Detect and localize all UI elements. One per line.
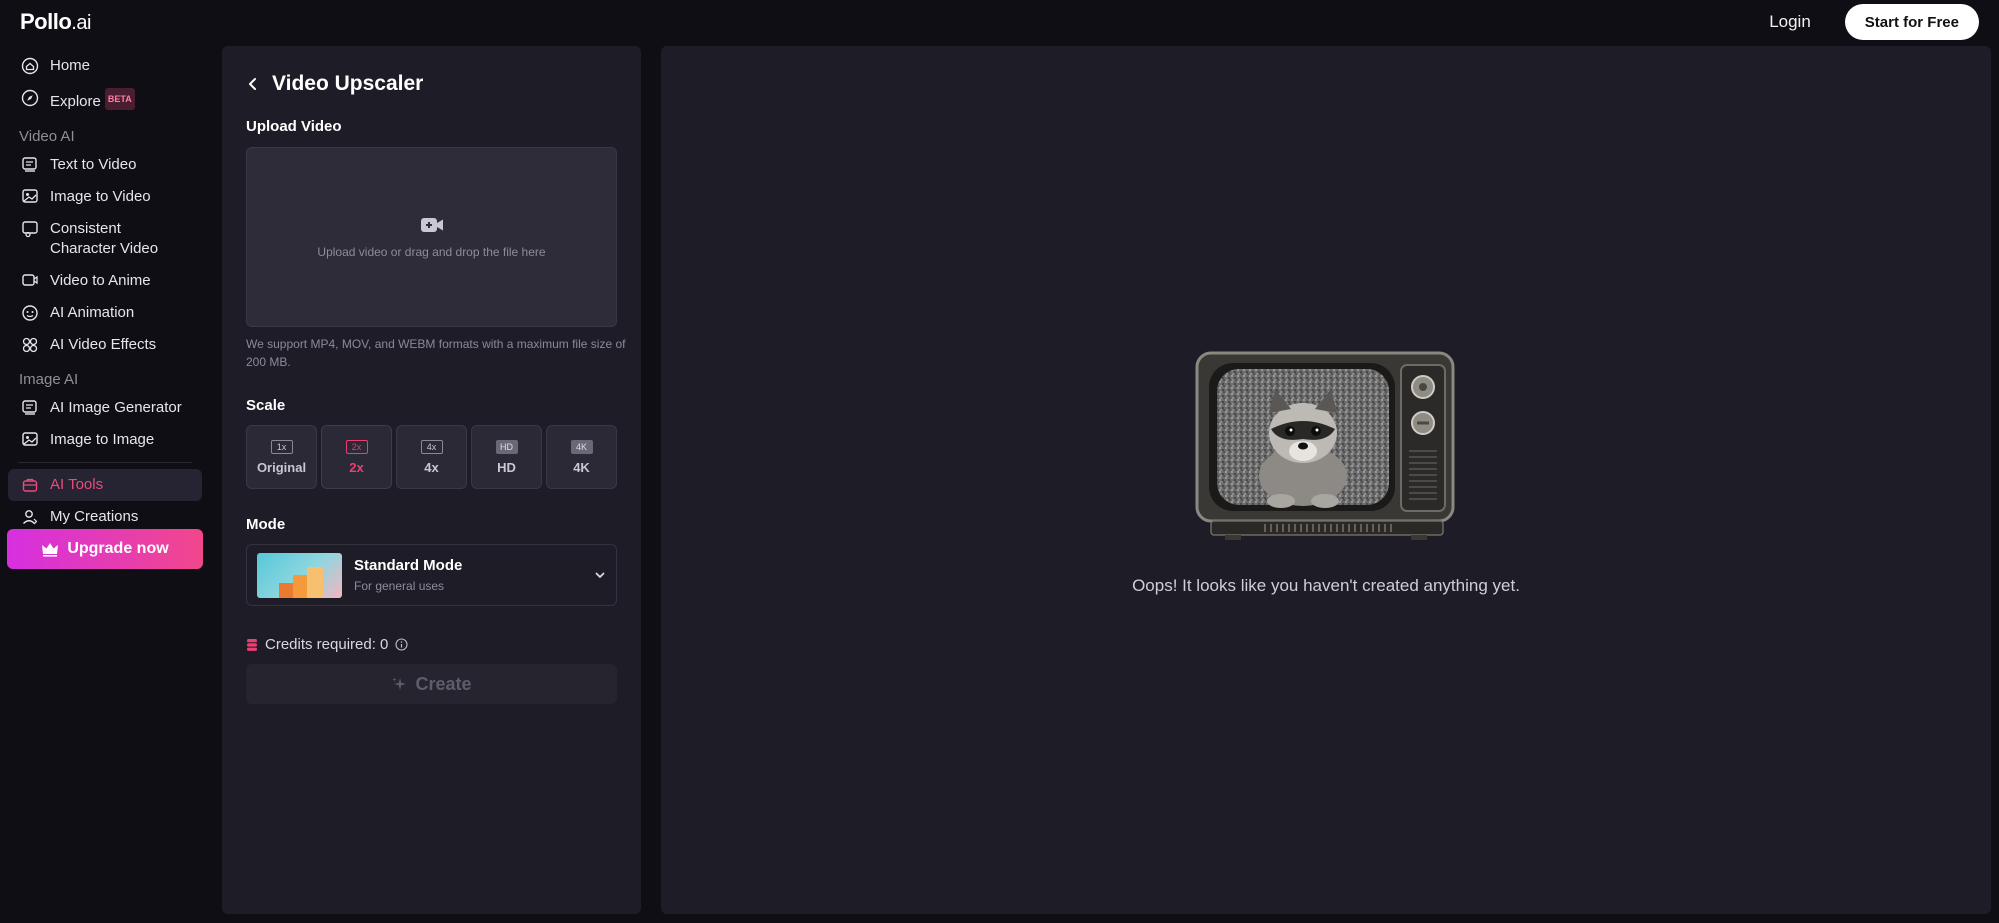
top-header: Pollo.ai Login Start for Free: [0, 0, 1999, 44]
sidebar-divider: [18, 462, 192, 463]
sidebar-label-text-to-video: Text to Video: [50, 156, 137, 173]
empty-state: Oops! It looks like you haven't created …: [661, 351, 1991, 596]
results-canvas: Oops! It looks like you haven't created …: [661, 46, 1991, 914]
scale-chip-4k: 4K: [570, 439, 593, 454]
section-title-video-ai: Video AI: [19, 128, 75, 145]
panel-title-text: Video Upscaler: [272, 72, 424, 95]
sidebar-item-image-to-image[interactable]: Image to Image: [8, 424, 202, 456]
sidebar-label-ai-image-generator: AI Image Generator: [50, 399, 182, 416]
image-video-icon: [22, 189, 38, 203]
scale-option-hd[interactable]: HD HD: [471, 425, 542, 489]
upload-instructions: Upload video or drag and drop the file h…: [317, 245, 546, 259]
start-for-free-button[interactable]: Start for Free: [1844, 4, 1979, 40]
compass-icon: [21, 89, 39, 107]
video-upscaler-panel: Video Upscaler Upload Video Upload video…: [222, 46, 641, 914]
scale-label-4x: 4x: [424, 459, 439, 475]
create-button[interactable]: Create: [246, 664, 617, 704]
sidebar-label-ai-video-effects: AI Video Effects: [50, 336, 157, 353]
beta-badge: BETA: [104, 88, 135, 110]
sidebar-label-image-to-video: Image to Video: [50, 188, 151, 205]
animation-icon: [22, 305, 38, 321]
sidebar-item-ai-image-generator[interactable]: AI Image Generator: [8, 392, 202, 424]
anime-icon: [22, 274, 38, 286]
sidebar-label-video-to-anime: Video to Anime: [50, 272, 151, 289]
crown-icon: [42, 543, 59, 557]
scale-label: Scale: [246, 397, 286, 414]
sidebar: Home Explore BETA Video AI Text to Video …: [0, 50, 210, 533]
mode-title: Standard Mode: [354, 557, 463, 574]
character-video-icon: [22, 221, 38, 238]
scale-chip-2x: 2x: [345, 439, 368, 454]
scale-chip-hd: HD: [495, 439, 518, 454]
sidebar-item-ai-animation[interactable]: AI Animation: [8, 297, 202, 329]
scale-option-original[interactable]: 1x Original: [246, 425, 317, 489]
sidebar-label-home: Home: [50, 57, 91, 74]
image-generator-icon: [22, 400, 37, 415]
scale-chip-1x: 1x: [270, 439, 293, 454]
text-video-icon: [22, 157, 37, 172]
scale-label-2x: 2x: [349, 459, 364, 475]
sidebar-item-text-to-video[interactable]: Text to Video: [8, 149, 202, 181]
sidebar-label-image-to-image: Image to Image: [50, 431, 155, 448]
sidebar-label-my-creations: My Creations: [50, 508, 139, 525]
mode-subtitle: For general uses: [354, 579, 445, 593]
sidebar-item-home[interactable]: Home: [8, 50, 202, 82]
upgrade-label: Upgrade now: [67, 540, 169, 557]
logo-main: Pollo: [20, 9, 72, 34]
home-icon: [21, 57, 39, 75]
effects-icon: [22, 337, 38, 353]
sidebar-label-explore: Explore: [50, 93, 101, 110]
scale-options: 1x Original 2x 2x 4x 4x HD HD 4K 4K: [246, 425, 617, 489]
sidebar-item-ai-tools[interactable]: AI Tools: [8, 469, 202, 501]
panel-title: Video Upscaler: [246, 72, 617, 96]
scale-label-4k: 4K: [573, 459, 590, 475]
chevron-down-icon: [595, 572, 605, 579]
section-title-image-ai: Image AI: [19, 371, 79, 388]
user-icon: [23, 510, 38, 525]
sidebar-item-ai-video-effects[interactable]: AI Video Effects: [8, 329, 202, 361]
sidebar-label-ai-tools: AI Tools: [50, 476, 104, 493]
mode-label: Mode: [246, 516, 286, 533]
mode-dropdown[interactable]: Standard Mode For general uses: [246, 544, 617, 606]
image-to-image-icon: [22, 432, 38, 446]
retro-tv-raccoon-illustration: [1195, 351, 1455, 540]
credits-text: Credits required: 0: [265, 636, 389, 653]
upload-dropzone[interactable]: Upload video or drag and drop the file h…: [246, 147, 617, 327]
header-actions: Login Start for Free: [1769, 4, 1979, 40]
sidebar-label-consistent: Consistent: [50, 220, 121, 237]
empty-state-message: Oops! It looks like you haven't created …: [1132, 576, 1520, 595]
sidebar-label-character-video: Character Video: [50, 240, 159, 257]
credits-required: Credits required: 0: [246, 636, 617, 653]
toolbox-icon: [22, 478, 38, 492]
info-icon[interactable]: [395, 638, 408, 651]
back-chevron-icon[interactable]: [246, 77, 260, 91]
login-link[interactable]: Login: [1769, 12, 1811, 32]
sidebar-label-ai-animation: AI Animation: [50, 304, 135, 321]
scale-label-original: Original: [256, 459, 307, 475]
scale-option-4x[interactable]: 4x 4x: [396, 425, 467, 489]
sparkle-icon: [392, 677, 407, 690]
logo-suffix: .ai: [71, 12, 91, 34]
create-label: Create: [415, 673, 472, 694]
sidebar-item-consistent-character-video[interactable]: Consistent Character Video: [8, 213, 202, 265]
scale-chip-4x: 4x: [420, 439, 443, 454]
upload-help-text: We support MP4, MOV, and WEBM formats wi…: [246, 337, 626, 369]
scale-label-hd: HD: [497, 459, 516, 475]
sidebar-item-explore[interactable]: Explore BETA: [8, 82, 202, 118]
pollo-logo[interactable]: Pollo.ai: [20, 9, 91, 35]
upgrade-now-button[interactable]: Upgrade now: [7, 529, 203, 569]
video-upload-icon: [420, 218, 443, 232]
upload-video-label: Upload Video: [246, 118, 342, 135]
coins-icon: [247, 638, 257, 651]
scale-option-2x[interactable]: 2x 2x: [321, 425, 392, 489]
sidebar-item-image-to-video[interactable]: Image to Video: [8, 181, 202, 213]
scale-option-4k[interactable]: 4K 4K: [546, 425, 617, 489]
mode-thumbnail: [257, 552, 342, 598]
sidebar-item-video-to-anime[interactable]: Video to Anime: [8, 265, 202, 297]
